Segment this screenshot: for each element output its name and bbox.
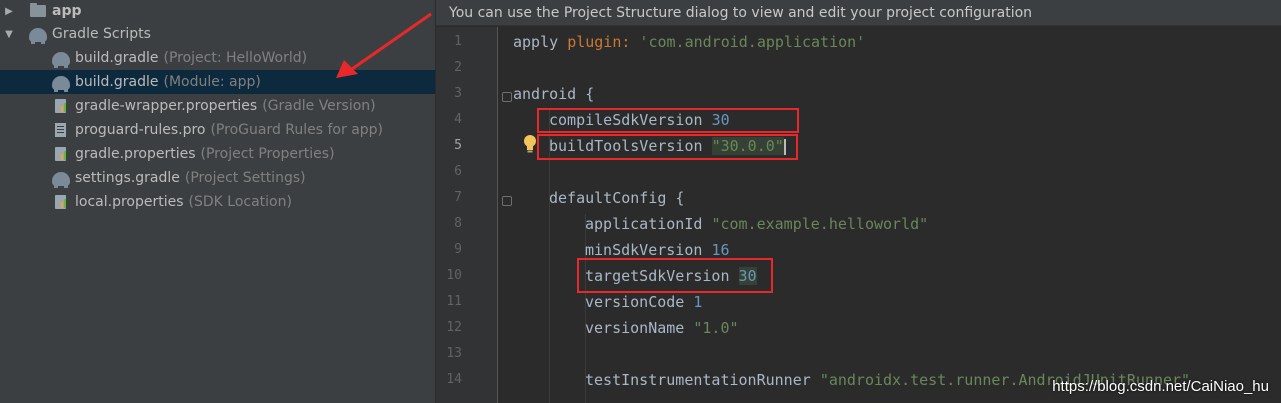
code-line[interactable]: versionCode 1 [585, 293, 702, 311]
code-line[interactable]: android { [513, 85, 594, 103]
line-number: 10 [446, 268, 462, 283]
highlight-box-target-sdk [577, 258, 773, 293]
code-token: plugin: [567, 33, 631, 51]
gradle-icon [29, 26, 47, 44]
collapse-arrow-icon[interactable]: ▼ [3, 28, 15, 40]
project-structure-banner[interactable]: You can use the Project Structure dialog… [436, 0, 1281, 26]
document-icon [52, 122, 70, 138]
tree-item-local-properties[interactable]: local.properties (SDK Location) [0, 190, 435, 214]
tree-item-hint: (Project Settings) [184, 170, 306, 186]
gradle-icon [52, 170, 70, 188]
properties-icon [52, 194, 70, 210]
code-token: 1 [693, 293, 703, 311]
lightbulb-icon[interactable] [522, 134, 538, 154]
tree-item-hint: (Project Properties) [200, 146, 335, 162]
watermark-text: https://blog.csdn.net/CaiNiao_hu [1052, 378, 1269, 395]
line-number-current: 5 [454, 138, 462, 153]
line-number: 9 [454, 242, 462, 257]
line-number: 13 [446, 346, 462, 361]
line-number: 8 [454, 216, 462, 231]
tree-item-label: local.properties [75, 194, 184, 210]
line-number: 3 [454, 86, 462, 101]
tree-item-hint: (SDK Location) [188, 194, 292, 210]
line-number: 1 [454, 34, 462, 49]
properties-icon [52, 98, 70, 114]
gradle-icon [52, 74, 70, 92]
line-number: 6 [454, 164, 462, 179]
tree-item-label: build.gradle [75, 50, 159, 66]
tree-item-gradle-scripts[interactable]: ▼ Gradle Scripts [0, 22, 435, 46]
code-line[interactable]: apply plugin: 'com.android.application' [513, 33, 865, 51]
code-line[interactable]: minSdkVersion 16 [585, 241, 730, 259]
tree-item-label: app [52, 3, 82, 19]
line-number: 4 [454, 112, 462, 127]
tree-item-build-gradle-project[interactable]: build.gradle (Project: HelloWorld) [0, 46, 435, 70]
fold-marker-icon[interactable] [502, 92, 512, 102]
tree-item-label: build.gradle [75, 74, 159, 90]
code-token: apply [513, 33, 568, 51]
highlight-box-build-tools [537, 134, 798, 160]
highlight-box-compile-sdk [537, 108, 799, 133]
code-token: minSdkVersion [585, 241, 712, 259]
gradle-icon [52, 50, 70, 68]
tree-item-hint: (Gradle Version) [262, 98, 376, 114]
tree-item-label: proguard-rules.pro [75, 122, 206, 138]
code-token: applicationId [585, 215, 712, 233]
code-token: "1.0" [693, 319, 739, 337]
tree-item-build-gradle-module[interactable]: build.gradle (Module: app) [0, 70, 435, 94]
code-token: versionName [585, 319, 694, 337]
tree-item-proguard-rules[interactable]: proguard-rules.pro (ProGuard Rules for a… [0, 118, 435, 142]
code-token: 16 [711, 241, 730, 259]
tree-item-label: settings.gradle [75, 170, 180, 186]
expand-arrow-icon[interactable]: ▶ [3, 5, 15, 17]
tree-item-hint: (Project: HelloWorld) [163, 50, 308, 66]
code-token: 'com.android.application' [630, 33, 866, 51]
fold-marker-icon[interactable] [502, 196, 512, 206]
module-folder-icon [29, 3, 47, 19]
code-token: "com.example.helloworld" [711, 215, 929, 233]
code-editor[interactable]: You can use the Project Structure dialog… [436, 0, 1281, 403]
tree-item-label: Gradle Scripts [52, 26, 151, 42]
line-number: 2 [454, 60, 462, 75]
project-tree: ▶ app ▼ Gradle Scripts build.gradle (Pro… [0, 0, 435, 403]
code-line[interactable]: applicationId "com.example.helloworld" [585, 215, 928, 233]
line-number: 11 [446, 294, 462, 309]
properties-icon [52, 146, 70, 162]
code-token: versionCode [585, 293, 694, 311]
code-token: testInstrumentationRunner [585, 371, 820, 389]
code-line[interactable]: versionName "1.0" [585, 319, 739, 337]
tree-item-hint: (Module: app) [163, 74, 261, 90]
line-number: 14 [446, 372, 462, 387]
tree-item-app[interactable]: ▶ app [0, 0, 435, 23]
tree-item-label: gradle-wrapper.properties [75, 98, 258, 114]
line-number: 12 [446, 320, 462, 335]
tree-item-label: gradle.properties [75, 146, 196, 162]
tree-item-settings-gradle[interactable]: settings.gradle (Project Settings) [0, 166, 435, 190]
tree-item-hint: (ProGuard Rules for app) [210, 122, 384, 138]
tree-item-gradle-properties[interactable]: gradle.properties (Project Properties) [0, 142, 435, 166]
code-line[interactable]: defaultConfig { [549, 189, 684, 207]
tree-item-gradle-wrapper-properties[interactable]: gradle-wrapper.properties (Gradle Versio… [0, 94, 435, 118]
line-number: 7 [454, 190, 462, 205]
